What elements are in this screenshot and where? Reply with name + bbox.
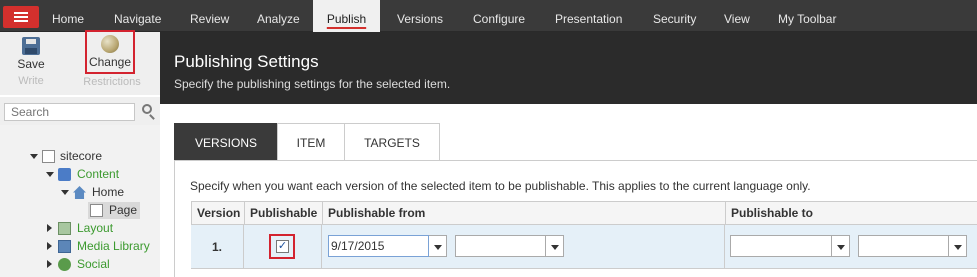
tree-item-media-library[interactable]: Media Library — [46, 238, 158, 255]
from-date-dropdown-icon[interactable] — [429, 235, 447, 257]
to-time-dropdown-icon[interactable] — [949, 235, 967, 257]
tab-my-toolbar[interactable]: My Toolbar — [778, 0, 836, 32]
restrictions-group: Restrictions — [72, 74, 152, 90]
expand-arrow-icon[interactable] — [61, 190, 69, 195]
document-icon — [90, 204, 103, 217]
tree-item-page[interactable]: Page — [88, 202, 140, 219]
dialog-title: Publishing Settings — [174, 52, 319, 71]
tab-configure[interactable]: Configure — [473, 0, 525, 32]
tab-versions-panel[interactable]: VERSIONS — [174, 123, 278, 161]
change-label: Change — [88, 55, 132, 69]
document-icon — [42, 150, 55, 163]
column-header-version: Version — [191, 201, 244, 225]
column-header-publishable: Publishable — [244, 201, 322, 225]
publishable-to-time-input[interactable] — [858, 235, 949, 257]
search-input[interactable] — [4, 103, 135, 121]
expand-arrow-icon[interactable] — [30, 154, 38, 159]
publishable-from-date-input[interactable] — [328, 235, 429, 257]
publishable-checkbox[interactable]: ✓ — [276, 240, 289, 253]
save-button[interactable]: Save Write — [8, 32, 54, 95]
collapse-arrow-icon[interactable] — [47, 224, 52, 232]
column-header-publishable-to: Publishable to — [725, 201, 977, 225]
tab-navigate[interactable]: Navigate — [114, 0, 161, 32]
tree-item-home[interactable]: Home — [61, 184, 156, 201]
tab-publish[interactable]: Publish — [313, 0, 380, 32]
tab-home[interactable]: Home — [52, 0, 84, 32]
floppy-disk-icon — [22, 37, 40, 55]
dialog-subtitle: Specify the publishing settings for the … — [174, 77, 451, 91]
tree-item-layout[interactable]: Layout — [46, 220, 156, 237]
publishable-from-time-input[interactable] — [455, 235, 546, 257]
content-cubes-icon — [58, 168, 71, 181]
versions-description: Specify when you want each version of th… — [190, 179, 811, 193]
tree-item-sitecore[interactable]: sitecore — [30, 148, 150, 165]
tree-label: Social — [77, 257, 110, 271]
collapse-arrow-icon[interactable] — [47, 242, 52, 250]
search-icon[interactable] — [142, 104, 152, 114]
column-header-publishable-from: Publishable from — [322, 201, 725, 225]
tree-item-content[interactable]: Content — [46, 166, 156, 183]
tab-versions[interactable]: Versions — [397, 0, 443, 32]
save-label: Save — [17, 57, 45, 71]
tab-review[interactable]: Review — [190, 0, 229, 32]
from-time-dropdown-icon[interactable] — [546, 235, 564, 257]
tree-label: Media Library — [77, 239, 150, 253]
tab-presentation[interactable]: Presentation — [555, 0, 622, 32]
tab-analyze[interactable]: Analyze — [257, 0, 300, 32]
expand-arrow-icon[interactable] — [46, 172, 54, 177]
social-globe-icon — [58, 258, 71, 271]
tab-item[interactable]: ITEM — [277, 123, 345, 161]
version-number: 1. — [191, 225, 244, 269]
tree-label: Layout — [77, 221, 114, 235]
layout-icon — [58, 222, 71, 235]
to-date-dropdown-icon[interactable] — [832, 235, 850, 257]
media-library-icon — [58, 240, 71, 253]
tree-label: Content — [77, 167, 120, 181]
collapse-arrow-icon[interactable] — [47, 260, 52, 268]
tree-item-social[interactable]: Social — [46, 256, 156, 273]
tab-security[interactable]: Security — [653, 0, 696, 32]
tree-label: Page — [109, 203, 138, 217]
change-button[interactable]: Change — [85, 30, 135, 74]
tree-label: sitecore — [60, 149, 103, 163]
publishable-to-date-input[interactable] — [730, 235, 832, 257]
globe-icon — [101, 35, 119, 53]
tab-view[interactable]: View — [724, 0, 750, 32]
home-icon — [73, 186, 86, 199]
hamburger-menu-button[interactable] — [3, 6, 39, 28]
tree-label: Home — [92, 185, 125, 199]
tab-targets[interactable]: TARGETS — [344, 123, 440, 161]
write-group-label: Write — [18, 75, 44, 87]
restrictions-group-label: Restrictions — [83, 76, 141, 88]
